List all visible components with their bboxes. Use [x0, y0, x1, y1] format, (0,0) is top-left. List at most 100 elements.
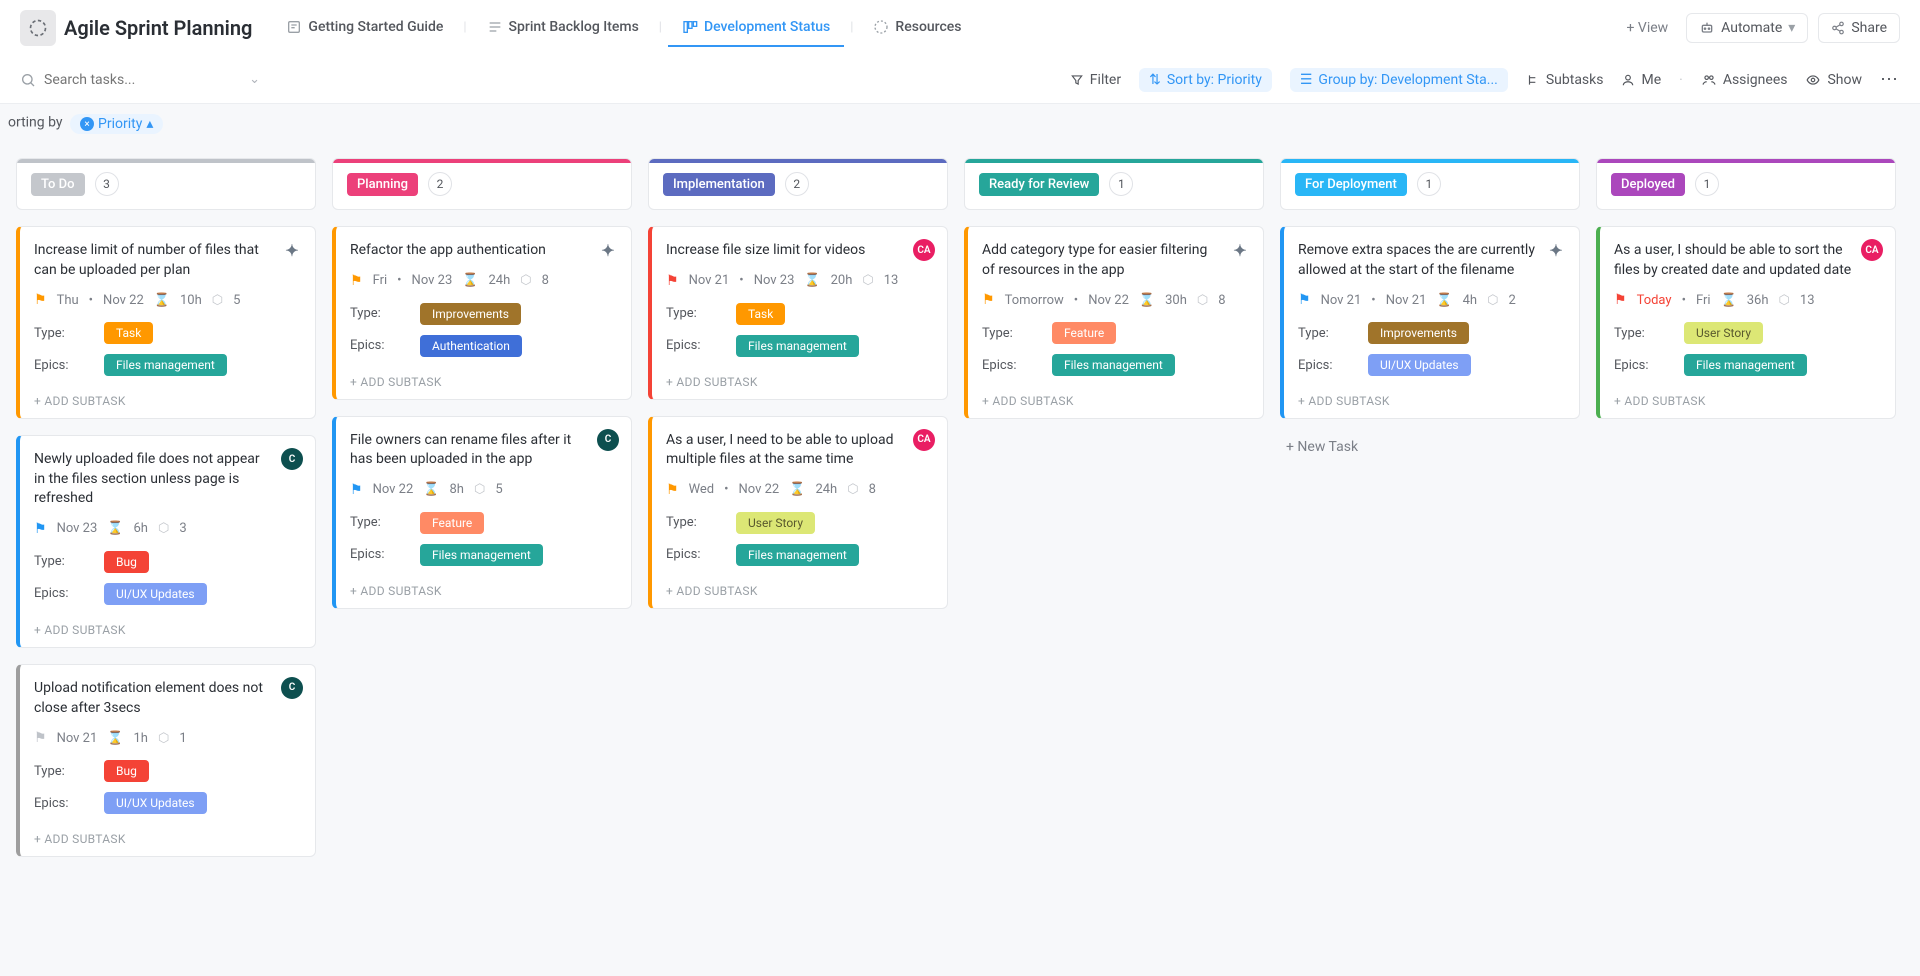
add-subtask-button[interactable]: + ADD SUBTASK	[666, 576, 933, 598]
tab-development-status[interactable]: Development Status	[668, 9, 844, 47]
epics-label: Epics:	[1298, 358, 1368, 373]
flag-icon[interactable]: ⚑	[1298, 292, 1311, 308]
add-subtask-button[interactable]: + ADD SUBTASK	[34, 615, 301, 637]
task-card[interactable]: CAAs a user, I need to be able to upload…	[648, 416, 948, 609]
add-subtask-button[interactable]: + ADD SUBTASK	[1298, 386, 1565, 408]
me-label: Me	[1641, 72, 1661, 88]
subtasks-button[interactable]: Subtasks	[1526, 72, 1604, 88]
task-card[interactable]: CFile owners can rename files after it h…	[332, 416, 632, 609]
tab-getting-started-guide[interactable]: Getting Started Guide	[272, 9, 457, 47]
assignees-button[interactable]: Assignees	[1701, 72, 1788, 88]
new-task-button[interactable]: + New Task	[1280, 435, 1580, 459]
avatar[interactable]: C	[281, 677, 303, 699]
epics-field: Epics:Files management	[982, 354, 1249, 376]
chevron-down-icon[interactable]: ⌄	[249, 72, 260, 87]
task-title: Increase limit of number of files that c…	[34, 241, 301, 280]
due-date: Nov 23	[412, 273, 453, 288]
type-tag[interactable]: Task	[104, 322, 153, 344]
epic-tag[interactable]: Files management	[736, 544, 859, 566]
epic-tag[interactable]: Files management	[1684, 354, 1807, 376]
type-tag[interactable]: Bug	[104, 551, 149, 573]
type-field: Type:Bug	[34, 760, 301, 782]
task-card[interactable]: ✦Add category type for easier filtering …	[964, 226, 1264, 419]
more-button[interactable]: ⋯	[1880, 69, 1900, 90]
add-subtask-button[interactable]: + ADD SUBTASK	[982, 386, 1249, 408]
status-badge: For Deployment	[1295, 173, 1407, 196]
add-view-button[interactable]: + View	[1616, 12, 1678, 44]
add-subtask-button[interactable]: + ADD SUBTASK	[350, 576, 617, 598]
type-tag[interactable]: Improvements	[1368, 322, 1469, 344]
avatar[interactable]: CA	[1861, 239, 1883, 261]
add-subtask-button[interactable]: + ADD SUBTASK	[34, 824, 301, 846]
column-header[interactable]: Planning2	[332, 158, 632, 210]
add-subtask-button[interactable]: + ADD SUBTASK	[1614, 386, 1881, 408]
flag-icon[interactable]: ⚑	[350, 482, 363, 498]
epic-tag[interactable]: Files management	[420, 544, 543, 566]
epics-field: Epics:Files management	[666, 544, 933, 566]
share-button[interactable]: Share	[1818, 13, 1900, 43]
task-card[interactable]: ✦Increase limit of number of files that …	[16, 226, 316, 419]
type-tag[interactable]: User Story	[1684, 322, 1763, 344]
hourglass-icon: ⌛	[1721, 293, 1737, 308]
flag-icon[interactable]: ⚑	[666, 273, 679, 289]
epic-tag[interactable]: Files management	[736, 335, 859, 357]
flag-icon[interactable]: ⚑	[350, 273, 363, 289]
epic-tag[interactable]: Files management	[1052, 354, 1175, 376]
task-card[interactable]: CAIncrease file size limit for videos⚑No…	[648, 226, 948, 400]
close-icon[interactable]: ×	[80, 117, 94, 131]
due-date: Nov 22	[103, 293, 144, 308]
type-tag[interactable]: Bug	[104, 760, 149, 782]
avatar[interactable]: CA	[913, 429, 935, 451]
epic-tag[interactable]: Files management	[104, 354, 227, 376]
task-title: Remove extra spaces the are currently al…	[1298, 241, 1565, 280]
sparkle-icon: ✦	[1545, 239, 1567, 261]
task-meta: ⚑Fri•Nov 23⌛24h⬡8	[350, 273, 617, 289]
flag-icon[interactable]: ⚑	[34, 730, 47, 746]
task-card[interactable]: CNewly uploaded file does not appear in …	[16, 435, 316, 648]
tab-sprint-backlog-items[interactable]: Sprint Backlog Items	[473, 9, 653, 47]
type-tag[interactable]: Feature	[1052, 322, 1116, 344]
sort-icon: ⇅	[1149, 72, 1161, 88]
epic-tag[interactable]: UI/UX Updates	[104, 583, 207, 605]
add-subtask-button[interactable]: + ADD SUBTASK	[666, 367, 933, 389]
flag-icon[interactable]: ⚑	[34, 521, 47, 537]
task-card[interactable]: ✦Remove extra spaces the are currently a…	[1280, 226, 1580, 419]
epic-tag[interactable]: UI/UX Updates	[104, 792, 207, 814]
avatar[interactable]: C	[597, 429, 619, 451]
type-tag[interactable]: Improvements	[420, 303, 521, 325]
column-header[interactable]: To Do3	[16, 158, 316, 210]
sort-chip[interactable]: × Priority ▴	[70, 114, 163, 134]
task-title: Newly uploaded file does not appear in t…	[34, 450, 301, 509]
task-card[interactable]: CAAs a user, I should be able to sort th…	[1596, 226, 1896, 419]
flag-icon[interactable]: ⚑	[1614, 292, 1627, 308]
add-subtask-button[interactable]: + ADD SUBTASK	[34, 386, 301, 408]
group-by-button[interactable]: ☰ Group by: Development Sta...	[1290, 68, 1508, 92]
search-input[interactable]	[44, 72, 241, 88]
search-box[interactable]: ⌄	[20, 72, 260, 88]
type-tag[interactable]: Task	[736, 303, 785, 325]
me-button[interactable]: Me	[1621, 72, 1661, 88]
hourglass-icon: ⌛	[1436, 293, 1452, 308]
tab-resources[interactable]: Resources	[859, 9, 975, 47]
task-card[interactable]: ✦Refactor the app authentication⚑Fri•Nov…	[332, 226, 632, 400]
top-bar: Agile Sprint Planning Getting Started Gu…	[0, 0, 1920, 56]
column-header[interactable]: Implementation2	[648, 158, 948, 210]
show-button[interactable]: Show	[1805, 72, 1862, 88]
flag-icon[interactable]: ⚑	[982, 292, 995, 308]
automate-button[interactable]: Automate ▾	[1686, 13, 1808, 43]
epic-tag[interactable]: Authentication	[420, 335, 522, 357]
epic-tag[interactable]: UI/UX Updates	[1368, 354, 1471, 376]
flag-icon[interactable]: ⚑	[666, 482, 679, 498]
sort-by-button[interactable]: ⇅ Sort by: Priority	[1139, 68, 1272, 92]
column-header[interactable]: For Deployment1	[1280, 158, 1580, 210]
type-tag[interactable]: User Story	[736, 512, 815, 534]
column-header[interactable]: Ready for Review1	[964, 158, 1264, 210]
task-card[interactable]: CUpload notification element does not cl…	[16, 664, 316, 857]
filter-button[interactable]: Filter	[1070, 72, 1121, 88]
avatar[interactable]: CA	[913, 239, 935, 261]
add-subtask-button[interactable]: + ADD SUBTASK	[350, 367, 617, 389]
column-for-deployment: For Deployment1 ✦Remove extra spaces the …	[1280, 158, 1580, 857]
type-tag[interactable]: Feature	[420, 512, 484, 534]
flag-icon[interactable]: ⚑	[34, 292, 47, 308]
column-header[interactable]: Deployed1	[1596, 158, 1896, 210]
